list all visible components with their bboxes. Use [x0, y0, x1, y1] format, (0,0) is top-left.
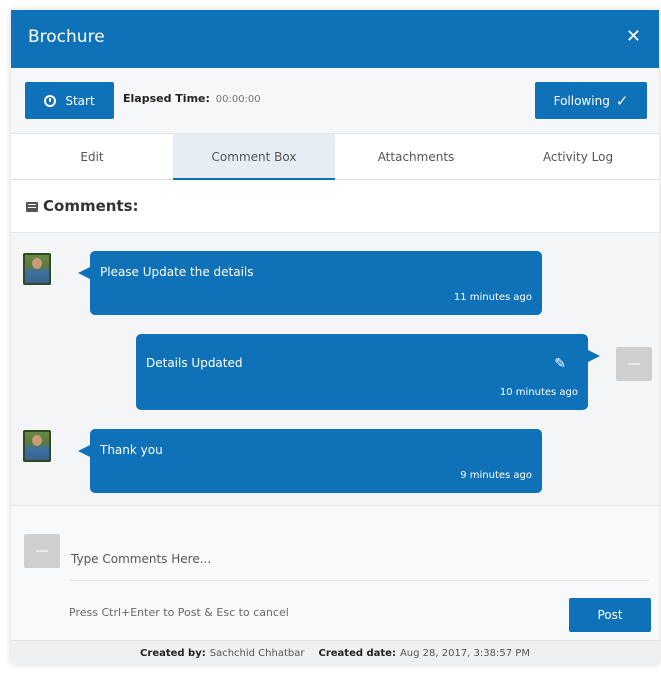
comment-bubble: Details Updated ✎ 10 minutes ago	[136, 334, 600, 410]
edit-pencil-icon[interactable]: ✎	[554, 356, 566, 372]
comment-text: Thank you	[100, 443, 163, 457]
avatar	[23, 253, 51, 285]
elapsed-time-label: Elapsed Time:	[123, 92, 210, 105]
comment-bubble: Thank you 9 minutes ago	[78, 429, 542, 493]
divider	[69, 580, 649, 581]
modal-header: Brochure ✕	[11, 10, 659, 68]
created-by-value: Sachchid Chhatbar	[209, 647, 305, 659]
post-button-label: Post	[597, 608, 623, 622]
comment-text: Details Updated	[146, 356, 243, 370]
comment-icon	[26, 202, 38, 212]
comment-input[interactable]	[69, 546, 653, 572]
created-by-label: Created by:	[140, 647, 206, 659]
tab-comment-box[interactable]: Comment Box	[173, 134, 335, 180]
comments-heading: Comments:	[43, 197, 139, 215]
tab-edit[interactable]: Edit	[11, 134, 173, 179]
comment-time: 10 minutes ago	[499, 387, 578, 398]
start-button[interactable]: Start	[25, 82, 114, 119]
tab-comment-box-label: Comment Box	[211, 149, 297, 164]
modal-footer: Created by: Sachchid Chhatbar Created da…	[11, 640, 659, 664]
check-icon: ✓	[615, 91, 629, 110]
tab-attachments[interactable]: Attachments	[335, 134, 497, 179]
comments-header: Comments:	[11, 180, 659, 233]
comment-time: 9 minutes ago	[460, 470, 532, 481]
modal-title: Brochure	[28, 27, 105, 47]
comment-text: Please Update the details	[100, 265, 254, 279]
task-toolbar: Start Elapsed Time: 00:00:00 Following ✓	[11, 68, 659, 134]
elapsed-time-value: 00:00:00	[215, 94, 261, 105]
avatar	[616, 347, 652, 381]
avatar	[24, 534, 60, 568]
post-hint: Press Ctrl+Enter to Post & Esc to cancel	[69, 606, 289, 619]
comment-composer: Press Ctrl+Enter to Post & Esc to cancel…	[11, 505, 659, 641]
comment-time: 11 minutes ago	[453, 292, 532, 303]
following-button[interactable]: Following ✓	[535, 82, 647, 119]
clock-icon	[44, 94, 57, 107]
tab-edit-label: Edit	[80, 149, 104, 164]
close-icon[interactable]: ✕	[626, 26, 641, 47]
comment-thread[interactable]: Please Update the details 11 minutes ago…	[11, 233, 659, 504]
tab-activity-log[interactable]: Activity Log	[497, 134, 659, 179]
created-date-value: Aug 28, 2017, 3:38:57 PM	[399, 647, 530, 659]
start-button-label: Start	[65, 93, 95, 108]
tab-bar: Edit Comment Box Attachments Activity Lo…	[11, 134, 659, 180]
avatar	[23, 430, 51, 462]
comment-bubble: Please Update the details 11 minutes ago	[78, 251, 542, 315]
tab-attachments-label: Attachments	[377, 149, 455, 164]
post-button[interactable]: Post	[569, 598, 651, 632]
brochure-modal: Brochure ✕ Start Elapsed Time: 00:00:00 …	[11, 10, 659, 664]
created-date-label: Created date:	[318, 647, 396, 659]
following-button-label: Following	[553, 93, 610, 108]
elapsed-time: Elapsed Time: 00:00:00	[123, 92, 261, 105]
tab-activity-log-label: Activity Log	[542, 149, 614, 164]
